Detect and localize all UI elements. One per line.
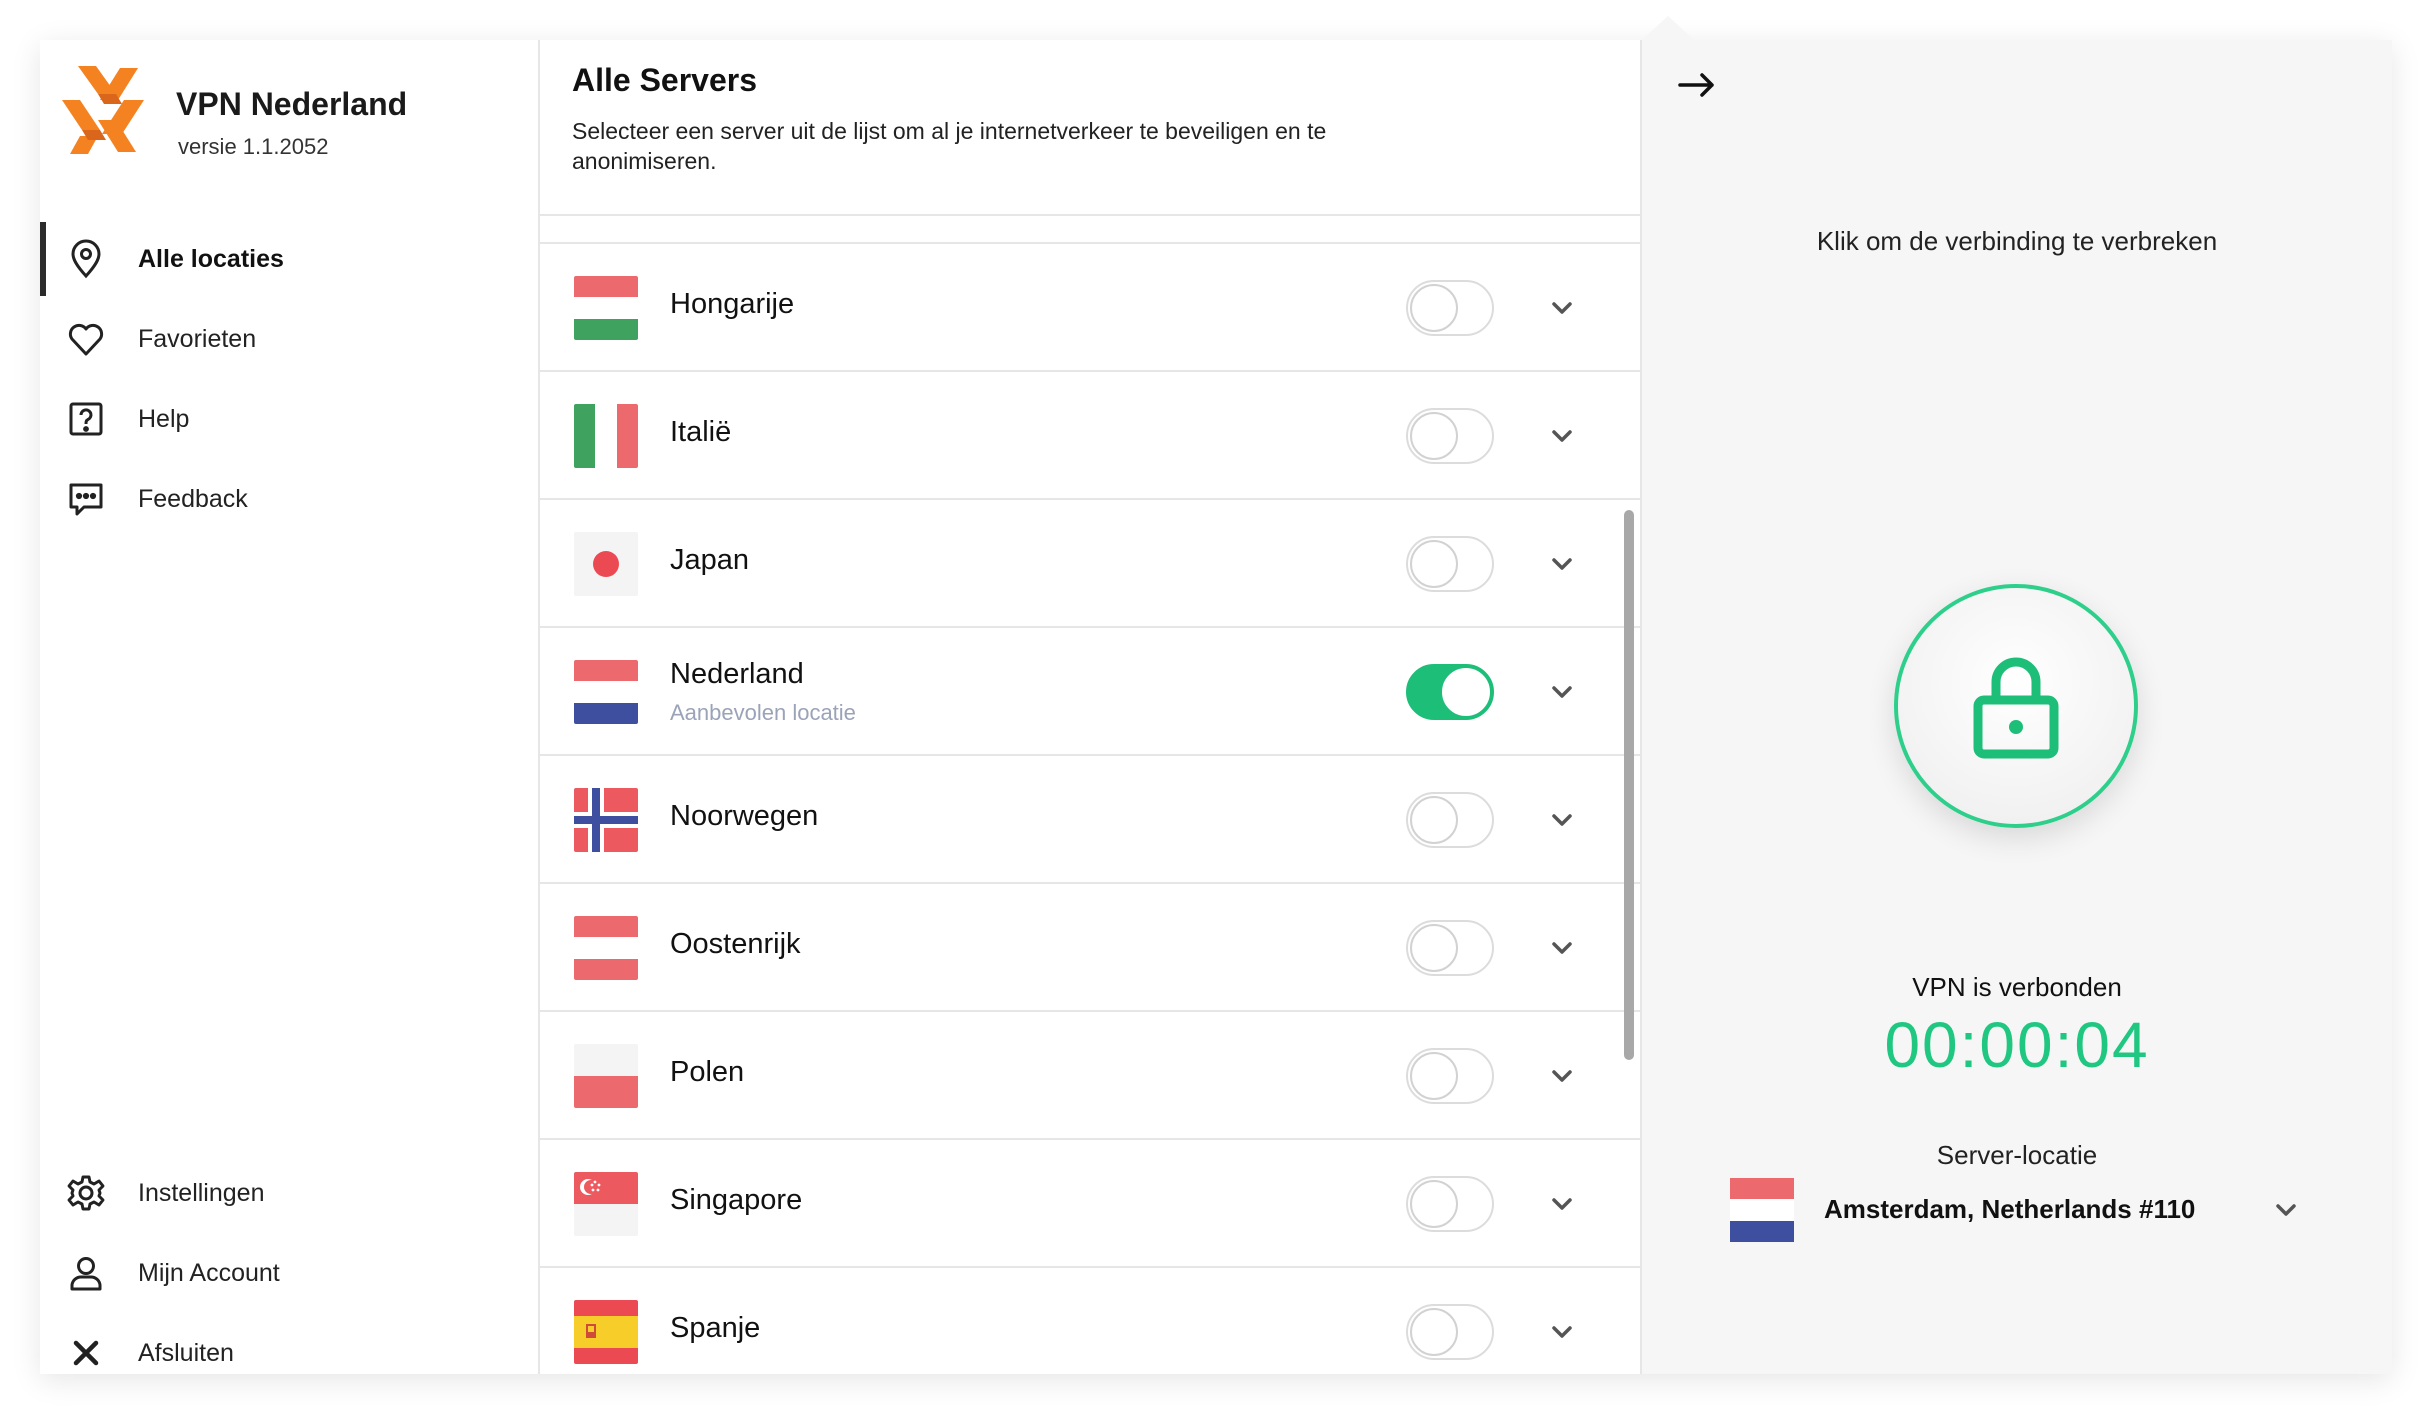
brand: VPN Nederland versie 1.1.2052 bbox=[58, 60, 528, 180]
arrow-right-icon[interactable] bbox=[1672, 60, 1722, 110]
server-location-value: Amsterdam, Netherlands #110 bbox=[1824, 1194, 2196, 1224]
server-name: Singapore bbox=[670, 1184, 803, 1216]
austria-flag-icon bbox=[574, 916, 638, 980]
server-row-japan[interactable]: Japan bbox=[540, 498, 1640, 626]
server-name: Japan bbox=[670, 544, 750, 576]
server-name: Spanje bbox=[670, 1312, 761, 1344]
sidebar-item-afsluiten[interactable]: Afsluiten bbox=[40, 1316, 538, 1390]
server-toggle[interactable] bbox=[1406, 536, 1494, 592]
close-icon bbox=[73, 1340, 99, 1366]
disconnect-hint: Klik om de verbinding te verbreken bbox=[1816, 226, 2218, 256]
server-row-oostenrijk[interactable]: Oostenrijk bbox=[540, 882, 1640, 1010]
sidebar-item-help[interactable]: Help bbox=[40, 382, 538, 456]
sidebar-item-label: Favorieten bbox=[138, 324, 257, 353]
server-row-polen[interactable]: Polen bbox=[540, 1010, 1640, 1138]
sidebar-item-label: Alle locaties bbox=[138, 244, 284, 273]
lock-icon bbox=[1973, 657, 2059, 759]
chevron-down-icon[interactable] bbox=[1546, 804, 1578, 836]
chevron-down-icon[interactable] bbox=[1546, 420, 1578, 452]
chevron-down-icon[interactable] bbox=[1546, 932, 1578, 964]
connect-toggle-button[interactable] bbox=[1894, 584, 2138, 828]
japan-flag-icon bbox=[574, 532, 638, 596]
sidebar-item-label: Help bbox=[138, 404, 190, 433]
sidebar-item-label: Instellingen bbox=[138, 1178, 265, 1207]
sidebar-item-mijn-account[interactable]: Mijn Account bbox=[40, 1236, 538, 1310]
server-toggle[interactable] bbox=[1406, 1304, 1494, 1360]
hungary-flag-icon bbox=[574, 276, 638, 340]
connection-timer: 00:00:04 bbox=[1884, 1009, 2150, 1081]
server-row-hongarije[interactable]: Hongarije bbox=[540, 242, 1640, 370]
norway-flag-icon bbox=[574, 788, 638, 852]
chat-icon bbox=[69, 483, 103, 516]
italy-flag-icon bbox=[574, 404, 638, 468]
server-name: Italië bbox=[670, 416, 732, 448]
app-version: versie 1.1.2052 bbox=[178, 134, 329, 159]
question-icon bbox=[69, 402, 103, 436]
scrollbar[interactable] bbox=[1624, 510, 1634, 1060]
netherlands-flag-icon bbox=[1730, 1178, 1794, 1242]
server-list-panel: Alle Servers Selecteer een server uit de… bbox=[540, 40, 1642, 1374]
server-row-spanje[interactable]: Spanje bbox=[540, 1266, 1640, 1374]
chevron-down-icon bbox=[2276, 1204, 2296, 1216]
sidebar-item-label: Feedback bbox=[138, 484, 248, 513]
server-toggle[interactable] bbox=[1406, 1048, 1494, 1104]
server-name: Noorwegen bbox=[670, 800, 819, 832]
server-toggle[interactable] bbox=[1406, 1176, 1494, 1232]
netherlands-flag-icon bbox=[574, 660, 638, 724]
panel-tab bbox=[1642, 16, 1694, 40]
location-pin-icon bbox=[71, 239, 101, 279]
server-name: Oostenrijk bbox=[670, 928, 801, 960]
poland-flag-icon bbox=[574, 1044, 638, 1108]
server-toggle[interactable] bbox=[1406, 408, 1494, 464]
vpn-status: VPN is verbonden bbox=[1912, 972, 2122, 1002]
server-name: Nederland bbox=[670, 658, 804, 690]
server-location-select[interactable]: Amsterdam, Netherlands #110 bbox=[1730, 1170, 2310, 1250]
sidebar: VPN Nederland versie 1.1.2052 Alle locat… bbox=[40, 40, 540, 1374]
server-row-singapore[interactable]: Singapore bbox=[540, 1138, 1640, 1266]
app-logo-icon bbox=[62, 66, 144, 154]
user-icon bbox=[70, 1257, 102, 1291]
sidebar-item-label: Mijn Account bbox=[138, 1258, 280, 1287]
chevron-down-icon[interactable] bbox=[1546, 676, 1578, 708]
server-list: Hongarije Italië Japan Nederland Aanbevo… bbox=[540, 242, 1640, 1374]
sidebar-item-instellingen[interactable]: Instellingen bbox=[40, 1156, 538, 1230]
heart-icon bbox=[68, 323, 104, 356]
chevron-down-icon[interactable] bbox=[1546, 292, 1578, 324]
server-list-header: Alle Servers Selecteer een server uit de… bbox=[540, 40, 1640, 216]
server-row-noorwegen[interactable]: Noorwegen bbox=[540, 754, 1640, 882]
server-row-nederland[interactable]: Nederland Aanbevolen locatie bbox=[540, 626, 1640, 754]
server-toggle[interactable] bbox=[1406, 792, 1494, 848]
app-title: VPN Nederland bbox=[176, 86, 408, 122]
server-name: Hongarije bbox=[670, 288, 795, 320]
server-location-label: Server-locatie bbox=[1936, 1140, 2098, 1170]
sidebar-item-favorieten[interactable]: Favorieten bbox=[40, 302, 538, 376]
app-window: VPN Nederland versie 1.1.2052 Alle locat… bbox=[40, 16, 2392, 1374]
page-title: Alle Servers bbox=[572, 62, 758, 98]
server-toggle[interactable] bbox=[1406, 664, 1494, 720]
sidebar-item-feedback[interactable]: Feedback bbox=[40, 462, 538, 536]
page-description: Selecteer een server uit de lijst om al … bbox=[572, 118, 1327, 174]
chevron-down-icon[interactable] bbox=[1546, 1188, 1578, 1220]
sidebar-item-alle-locaties[interactable]: Alle locaties bbox=[40, 222, 538, 296]
sidebar-item-label: Afsluiten bbox=[138, 1338, 234, 1367]
gear-icon bbox=[67, 1175, 105, 1211]
chevron-down-icon[interactable] bbox=[1546, 1060, 1578, 1092]
chevron-down-icon[interactable] bbox=[1546, 548, 1578, 580]
server-row-italie[interactable]: Italië bbox=[540, 370, 1640, 498]
server-subtitle: Aanbevolen locatie bbox=[670, 700, 856, 725]
singapore-flag-icon bbox=[574, 1172, 638, 1236]
chevron-down-icon[interactable] bbox=[1546, 1316, 1578, 1348]
spain-flag-icon bbox=[574, 1300, 638, 1364]
status-panel: Klik om de verbinding te verbreken VPN i… bbox=[1642, 40, 2392, 1374]
server-toggle[interactable] bbox=[1406, 920, 1494, 976]
server-name: Polen bbox=[670, 1056, 745, 1088]
server-toggle[interactable] bbox=[1406, 280, 1494, 336]
